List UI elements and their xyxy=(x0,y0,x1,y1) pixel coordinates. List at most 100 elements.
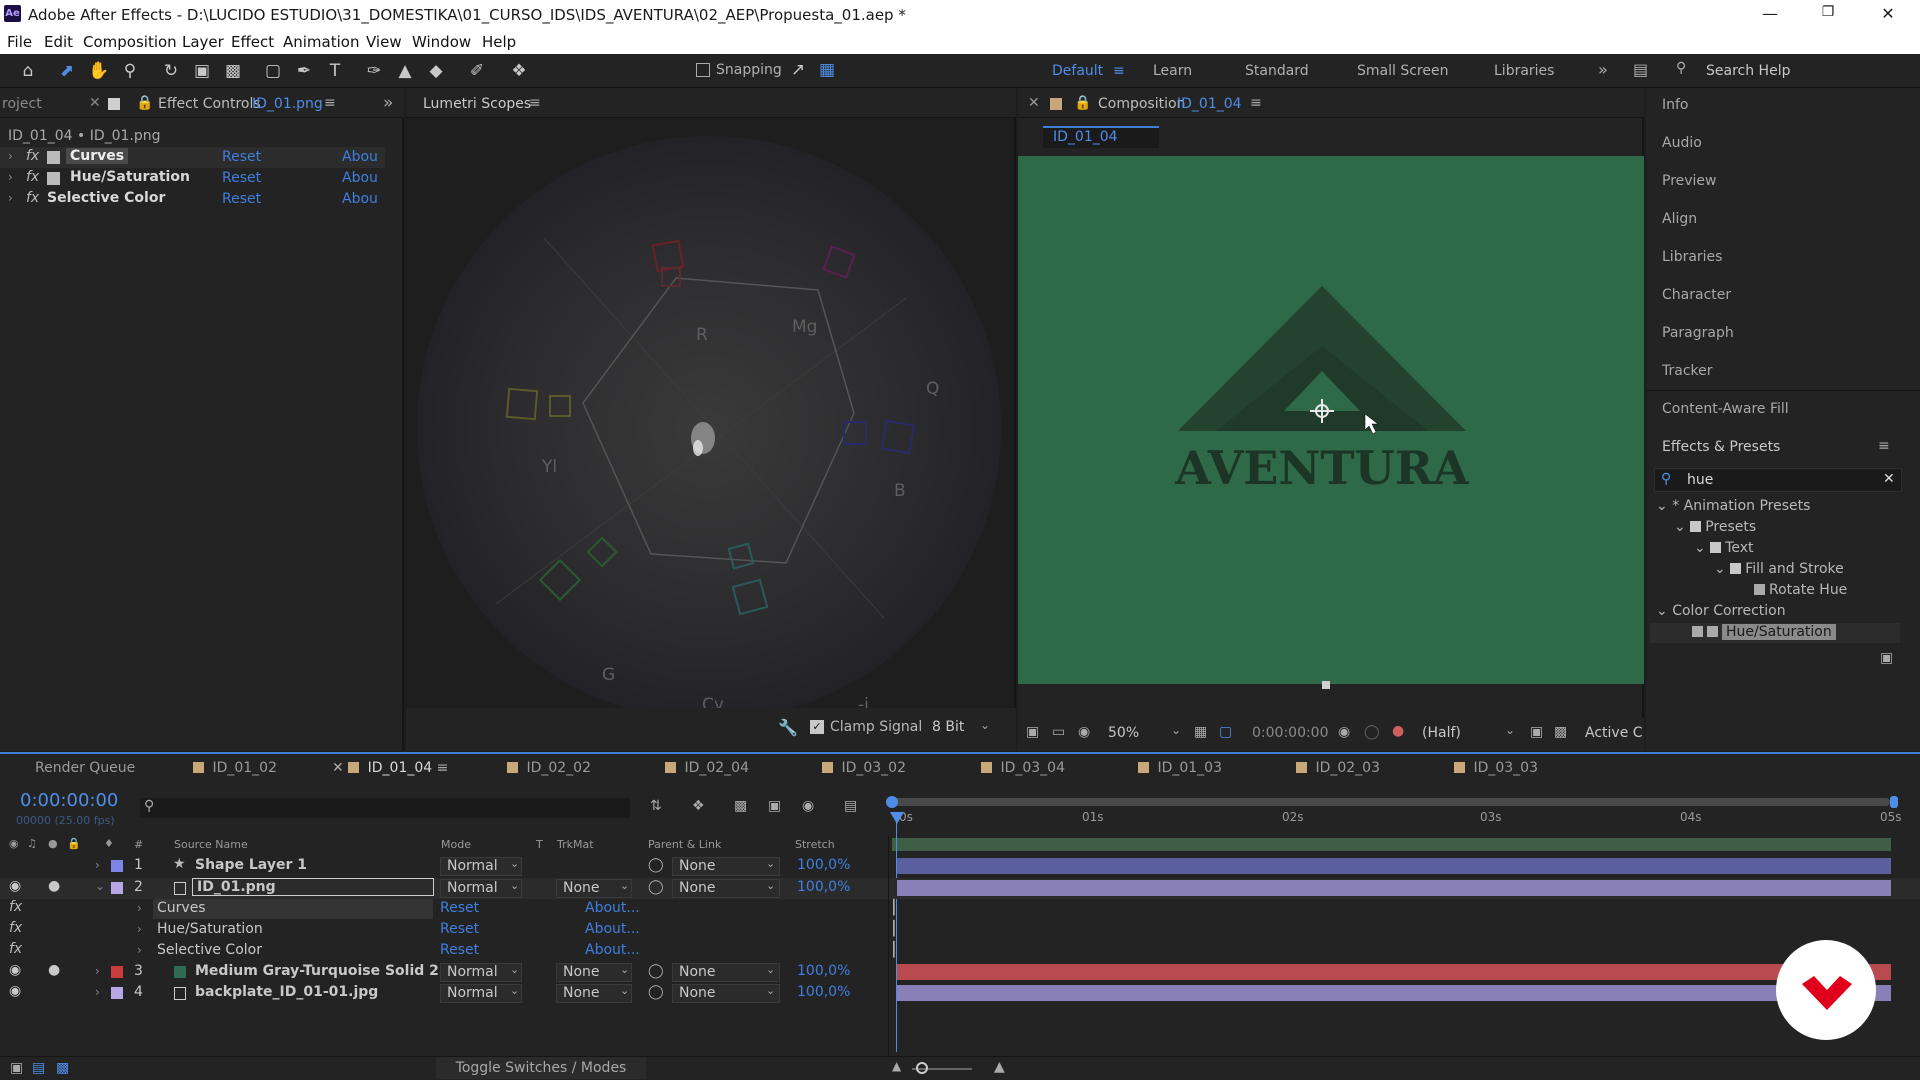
lock-icon[interactable]: 🔒 xyxy=(136,95,153,111)
effect-row-selective-color[interactable]: › fx Selective Color Reset Abou xyxy=(0,189,385,210)
roto-brush-tool-icon[interactable]: ✐ xyxy=(466,60,488,82)
expand-arrow-icon[interactable]: › xyxy=(137,943,142,957)
label-color-swatch[interactable] xyxy=(111,966,123,978)
fx-icon[interactable]: fx xyxy=(26,169,39,185)
parent-select[interactable]: None xyxy=(672,879,780,898)
work-area-end-handle[interactable] xyxy=(1890,796,1898,808)
current-time-display[interactable]: 0:00:00:00 xyxy=(1252,725,1329,741)
panel-character[interactable]: Character xyxy=(1662,287,1731,303)
new-folder-icon[interactable]: ▣ xyxy=(1880,650,1893,666)
more-panels-icon[interactable]: » xyxy=(383,93,393,113)
comp-canvas[interactable]: AVENTURA xyxy=(1018,156,1644,684)
panel-audio[interactable]: Audio xyxy=(1662,135,1702,151)
tab-render-queue[interactable]: Render Queue xyxy=(35,760,135,776)
reset-link[interactable]: Reset xyxy=(222,191,261,207)
about-link[interactable]: About... xyxy=(585,921,640,937)
clear-search-icon[interactable]: ✕ xyxy=(1883,471,1895,487)
clamp-signal-checkbox[interactable]: ✓ xyxy=(810,720,824,734)
header-stretch[interactable]: Stretch xyxy=(795,838,835,851)
always-preview-icon[interactable]: ▣ xyxy=(1026,724,1039,740)
eye-icon[interactable]: ◉ xyxy=(9,837,19,850)
time-ruler[interactable]: 0s 01s 02s 03s 04s 05s xyxy=(890,810,1902,832)
restore-icon[interactable]: ❐ xyxy=(1808,4,1848,26)
tab-project[interactable]: roject xyxy=(2,96,42,112)
home-icon[interactable]: ⌂ xyxy=(17,60,39,82)
layer-name[interactable]: Medium Gray-Turquoise Solid 2 xyxy=(195,963,439,979)
transparency-grid-icon[interactable]: ▩ xyxy=(1554,724,1567,740)
layer-bar-1[interactable] xyxy=(897,858,1891,874)
pickwhip-icon[interactable]: ◯ xyxy=(648,879,664,895)
motion-blur-icon[interactable]: ◉ xyxy=(802,798,814,814)
pen-tool-icon[interactable]: ✒ xyxy=(293,60,315,82)
menu-window[interactable]: Window xyxy=(412,33,471,51)
toggle-switches-modes-button[interactable]: Toggle Switches / Modes xyxy=(436,1057,646,1079)
parent-select[interactable]: None xyxy=(672,963,780,982)
chevron-down-icon[interactable]: ⌄ xyxy=(95,879,105,893)
chevron-down-icon[interactable]: ⌄ xyxy=(766,857,775,870)
layer-bar-4[interactable] xyxy=(897,985,1891,1001)
chevron-down-icon[interactable]: ⌄ xyxy=(620,879,629,892)
fit-icon[interactable]: ▦ xyxy=(1194,724,1207,740)
solo-icon[interactable]: ● xyxy=(48,837,58,850)
chevron-down-icon[interactable]: ⌄ xyxy=(510,879,519,892)
more-workspaces-icon[interactable]: » xyxy=(1598,60,1608,79)
effects-search-input[interactable]: ⚲ hue ✕ xyxy=(1654,468,1902,492)
zoom-slider-handle[interactable] xyxy=(916,1062,928,1074)
snapshot-icon[interactable]: ◉ xyxy=(1338,724,1350,740)
zoom-tool-icon[interactable]: ⚲ xyxy=(119,60,141,82)
tab-effect-controls[interactable]: Effect Controls xyxy=(158,96,261,112)
tab-id-02-04[interactable]: ID_02_04 xyxy=(665,760,749,776)
reset-link[interactable]: Reset xyxy=(440,900,479,916)
menu-composition[interactable]: Composition xyxy=(83,33,177,51)
panel-preview[interactable]: Preview xyxy=(1662,173,1717,189)
menu-view[interactable]: View xyxy=(366,33,402,51)
workspace-standard[interactable]: Standard xyxy=(1245,63,1309,79)
chevron-down-icon[interactable]: ⌄ xyxy=(620,984,629,997)
chevron-down-icon[interactable]: ⌄ xyxy=(510,963,519,976)
tab-id-01-03[interactable]: ID_01_03 xyxy=(1138,760,1222,776)
workspace-learn[interactable]: Learn xyxy=(1153,63,1192,79)
minimize-icon[interactable]: — xyxy=(1750,4,1790,26)
fast-preview-icon[interactable]: ▣ xyxy=(1530,724,1543,740)
about-link[interactable]: Abou xyxy=(342,191,378,207)
panel-menu-icon[interactable]: ≡ xyxy=(324,95,336,111)
brush-tool-icon[interactable]: ✑ xyxy=(363,60,385,82)
snapping-checkbox[interactable] xyxy=(696,63,710,77)
menu-file[interactable]: File xyxy=(7,33,32,51)
timeline-search-input[interactable]: ⚲ xyxy=(140,798,630,818)
label-color-swatch[interactable] xyxy=(111,987,123,999)
tree-rotate-hue[interactable]: Rotate Hue xyxy=(1754,582,1847,598)
tab-id-02-03[interactable]: ID_02_03 xyxy=(1296,760,1380,776)
work-area-start-handle[interactable] xyxy=(886,796,898,808)
graph-editor-icon[interactable]: ▤ xyxy=(844,798,857,814)
lock-icon[interactable]: 🔒 xyxy=(67,837,81,850)
panel-menu-icon[interactable]: ≡ xyxy=(1250,95,1262,111)
solo-icon[interactable]: ● xyxy=(48,962,60,978)
panel-info[interactable]: Info xyxy=(1662,97,1689,113)
menu-help[interactable]: Help xyxy=(482,33,516,51)
panel-menu-icon[interactable]: ≡ xyxy=(437,760,449,776)
eye-icon[interactable]: ◉ xyxy=(9,878,21,894)
search-help-field[interactable]: Search Help xyxy=(1706,63,1790,79)
panel-menu-icon[interactable]: ≡ xyxy=(529,95,541,111)
stretch-value[interactable]: 100,0% xyxy=(797,984,850,1000)
eye-icon[interactable]: ◉ xyxy=(9,983,21,999)
roi-icon[interactable]: ▢ xyxy=(1219,724,1232,740)
hand-tool-icon[interactable]: ✋ xyxy=(88,60,110,82)
timeline-timecode[interactable]: 0:00:00:00 xyxy=(20,790,118,811)
effect-row-curves[interactable]: › fx Curves Reset Abou xyxy=(0,147,385,168)
shy-layers-icon[interactable]: ▩ xyxy=(734,798,747,814)
expand-arrow-icon[interactable]: › xyxy=(95,858,100,872)
composition-target[interactable]: ID_01_04 xyxy=(1177,96,1242,112)
pickwhip-icon[interactable]: ◯ xyxy=(648,963,664,979)
tab-id-01-04[interactable]: ✕ ID_01_04 ≡ xyxy=(332,760,448,776)
close-tab-icon[interactable]: ✕ xyxy=(1028,95,1040,111)
chevron-down-icon[interactable]: ⌄ xyxy=(766,879,775,892)
panel-tracker[interactable]: Tracker xyxy=(1662,363,1713,379)
panel-align[interactable]: Align xyxy=(1662,211,1697,227)
panel-libraries[interactable]: Libraries xyxy=(1662,249,1722,265)
comp-subtab[interactable]: ID_01_04 xyxy=(1043,126,1159,148)
fx-icon[interactable]: fx xyxy=(26,148,39,164)
header-trkmat[interactable]: TrkMat xyxy=(557,838,594,851)
pickwhip-icon[interactable]: ◯ xyxy=(648,857,664,873)
